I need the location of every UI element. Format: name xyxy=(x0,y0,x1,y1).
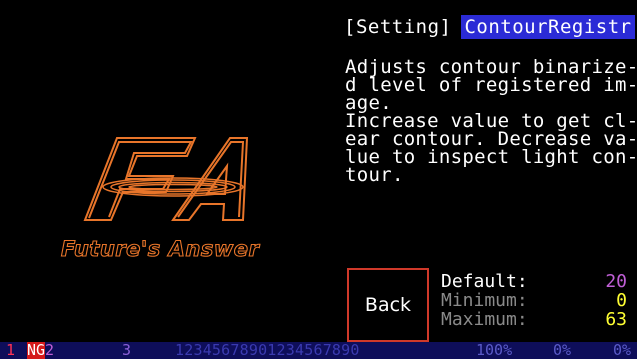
logo-tagline: Future's Answer xyxy=(61,237,260,261)
header-mode-label: ContourRegistr xyxy=(461,15,635,39)
device-screen: [Setting] ContourRegistr Adjusts contour… xyxy=(0,0,637,359)
status-percent-3: 0% xyxy=(613,341,632,359)
maximum-row: Maximum: 63 xyxy=(441,310,631,329)
default-value: 20 xyxy=(605,271,627,292)
default-row: Default: 20 xyxy=(441,272,631,291)
maximum-value: 63 xyxy=(605,309,627,330)
back-button[interactable]: Back xyxy=(347,268,429,342)
fa-logo: Future's Answer xyxy=(60,137,261,262)
default-label: Default: xyxy=(441,271,528,292)
status-bar: 1 NG 2 3 12345678901234567890 100% 0% 0% xyxy=(0,342,637,359)
header: [Setting] ContourRegistr xyxy=(344,14,635,40)
back-button-label: Back xyxy=(364,294,412,316)
status-percent-1: 100% xyxy=(476,341,513,359)
status-slot-3: 3 xyxy=(122,341,132,359)
status-digits: 12345678901234567890 xyxy=(175,341,360,359)
header-prefix: [Setting] xyxy=(344,16,452,38)
minimum-row: Minimum: 0 xyxy=(441,291,631,310)
status-slot-2: 2 xyxy=(45,341,55,359)
status-percent-2: 0% xyxy=(553,341,572,359)
minimum-label: Minimum: xyxy=(441,290,528,311)
minimum-value: 0 xyxy=(616,290,627,311)
value-panel: Default: 20 Minimum: 0 Maximum: 63 xyxy=(441,272,631,329)
status-slot-1: 1 xyxy=(6,341,16,359)
description-text: Adjusts contour binarize- d level of reg… xyxy=(345,56,637,186)
maximum-label: Maximum: xyxy=(441,309,528,330)
status-ng-badge: NG xyxy=(27,341,46,359)
